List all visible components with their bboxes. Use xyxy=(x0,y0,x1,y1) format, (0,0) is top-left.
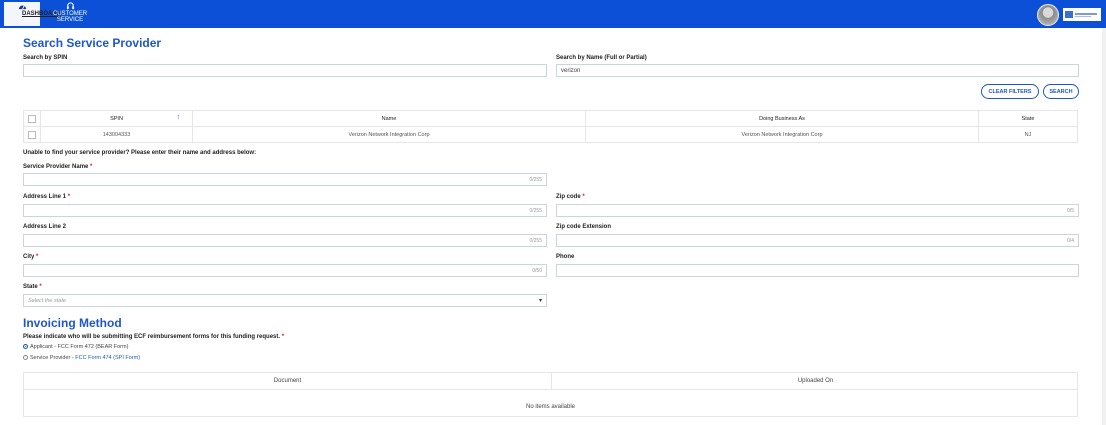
address-line-1-label: Address Line 1 * xyxy=(23,194,71,200)
phone-input[interactable] xyxy=(556,264,1079,277)
table-header-row: SPIN ↑ Name Doing Business As State xyxy=(23,110,1078,127)
column-header-state[interactable]: State xyxy=(978,110,1078,127)
sp-name-input[interactable]: 0/255 xyxy=(23,173,547,186)
sp-name-char-count: 0/255 xyxy=(529,177,542,183)
state-select-placeholder: Select the state xyxy=(28,298,66,304)
column-header-spin[interactable]: SPIN ↑ xyxy=(40,110,193,127)
invoicing-option-service-provider[interactable]: Service Provider - FCC Form 474 (SPI For… xyxy=(23,355,140,361)
chevron-down-icon: ▾ xyxy=(538,298,542,304)
top-nav-bar: DASHBOARD CUSTOMER SERVICE xyxy=(0,0,1106,28)
spin-search-input[interactable] xyxy=(23,64,547,77)
column-header-uploaded-on[interactable]: Uploaded On xyxy=(552,378,1079,384)
row-spin: 143004333 xyxy=(40,126,193,143)
column-header-name[interactable]: Name xyxy=(192,110,586,127)
row-dba: Verizon Network Integration Corp xyxy=(585,126,979,143)
fcc-form-474-link[interactable]: FCC Form 474 (SPI Form) xyxy=(75,355,140,361)
zip-code-char-count: 0/5 xyxy=(1067,208,1074,214)
row-name: Verizon Network Integration Corp xyxy=(192,126,586,143)
zip-extension-char-count: 0/4 xyxy=(1067,238,1074,244)
city-label: City * xyxy=(23,254,39,260)
name-search-label: Search by Name (Full or Partial) xyxy=(556,55,647,61)
nav-customer-service-label: CUSTOMER SERVICE xyxy=(52,11,88,23)
invoicing-section-title: Invoicing Method xyxy=(23,316,122,330)
nav-customer-service[interactable]: CUSTOMER SERVICE xyxy=(44,2,96,23)
zip-code-input[interactable]: 0/5 xyxy=(556,204,1079,217)
address-line-2-char-count: 0/255 xyxy=(529,238,542,244)
sort-ascending-icon[interactable]: ↑ xyxy=(177,114,181,121)
search-button[interactable]: SEARCH xyxy=(1043,84,1079,99)
column-header-document[interactable]: Document xyxy=(24,378,551,384)
radio-selected-icon[interactable] xyxy=(23,344,28,350)
radio-unselected-icon[interactable] xyxy=(23,355,28,361)
documents-empty-message: No items available xyxy=(525,404,576,410)
spin-search-label: Search by SPIN xyxy=(23,55,68,61)
zip-code-label: Zip code * xyxy=(556,194,585,200)
nav-dashboard[interactable]: DASHBOARD xyxy=(4,2,61,26)
city-input[interactable]: 0/50 xyxy=(23,264,547,277)
address-line-1-input[interactable]: 0/255 xyxy=(23,204,547,217)
address-line-2-label: Address Line 2 xyxy=(23,224,67,230)
organization-logo xyxy=(1063,8,1101,21)
column-header-dba[interactable]: Doing Business As xyxy=(585,110,979,127)
row-state: NJ xyxy=(978,126,1078,143)
user-avatar[interactable] xyxy=(1037,4,1059,26)
clear-filters-button[interactable]: CLEAR FILTERS xyxy=(981,84,1039,99)
page-scrollbar[interactable] xyxy=(1102,28,1106,425)
table-row[interactable]: 143004333 Verizon Network Integration Co… xyxy=(23,126,1078,143)
invoicing-question: Please indicate who will be submitting E… xyxy=(23,334,285,340)
dashboard-icon xyxy=(18,5,26,10)
state-label: State * xyxy=(23,284,42,290)
address-line-2-input[interactable]: 0/255 xyxy=(23,234,547,247)
headset-icon xyxy=(66,2,74,10)
address-line-1-char-count: 0/255 xyxy=(529,208,542,214)
zip-extension-input[interactable]: 0/4 xyxy=(556,234,1079,247)
service-provider-results-table: SPIN ↑ Name Doing Business As State 1430… xyxy=(23,110,1078,143)
name-search-value: verizon xyxy=(561,68,581,74)
documents-table: Document Uploaded On No items available xyxy=(23,372,1078,417)
select-all-cell[interactable] xyxy=(23,110,41,127)
state-select[interactable]: Select the state ▾ xyxy=(23,294,547,307)
invoicing-option-applicant[interactable]: Applicant - FCC Form 472 (BEAR Form) xyxy=(23,344,128,350)
zip-extension-label: Zip code Extension xyxy=(556,224,612,230)
sp-name-label: Service Provider Name * xyxy=(23,164,93,170)
select-all-checkbox[interactable] xyxy=(28,114,36,123)
city-char-count: 0/50 xyxy=(532,268,542,274)
search-section-title: Search Service Provider xyxy=(23,36,162,50)
phone-label: Phone xyxy=(556,254,575,260)
row-checkbox[interactable] xyxy=(28,130,36,139)
manual-entry-prompt: Unable to find your service provider? Pl… xyxy=(23,150,257,156)
name-search-input[interactable]: verizon xyxy=(556,64,1079,77)
